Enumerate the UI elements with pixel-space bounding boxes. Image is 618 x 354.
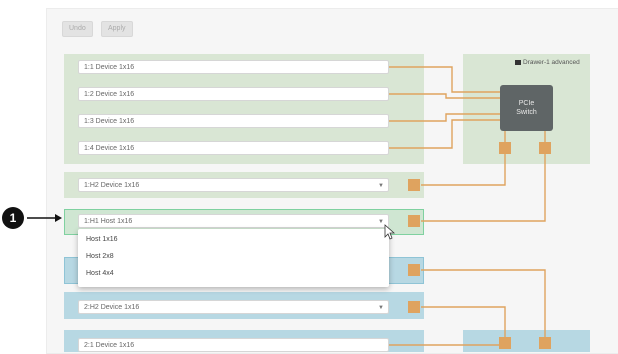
slot-1-2-field[interactable]: 1:2 Device 1x16 bbox=[78, 87, 389, 101]
blue-port-2 bbox=[408, 301, 420, 313]
blue-port-1 bbox=[408, 264, 420, 276]
drawer-icon bbox=[515, 59, 521, 65]
dropdown-option-host-2x8[interactable]: Host 2x8 bbox=[86, 253, 114, 260]
callout-badge: 1 bbox=[2, 207, 24, 229]
host-mode-dropdown: Host 1x16 Host 2x8 Host 4x4 bbox=[78, 229, 389, 287]
switch-port-2 bbox=[539, 142, 551, 154]
slot-1-3-field[interactable]: 1:3 Device 1x16 bbox=[78, 114, 389, 128]
slot-h2-select[interactable]: 1:H2 Device 1x16 ▼ bbox=[78, 178, 389, 192]
apply-button[interactable]: Apply bbox=[101, 21, 133, 37]
drawer-2-panel bbox=[463, 330, 590, 352]
h1-port bbox=[408, 215, 420, 227]
pcie-switch-line1: PCIe bbox=[518, 100, 535, 107]
drawer2-port-1 bbox=[499, 337, 511, 349]
undo-button[interactable]: Undo bbox=[62, 21, 93, 37]
pcie-switch-line2: Switch bbox=[516, 109, 537, 116]
slot-2h2-value: 2:H2 Device 1x16 bbox=[84, 304, 140, 311]
dropdown-option-host-4x4[interactable]: Host 4x4 bbox=[86, 270, 114, 277]
mouse-cursor-icon bbox=[384, 224, 396, 240]
chevron-down-icon[interactable]: ▼ bbox=[378, 179, 384, 193]
slot-1-1-field[interactable]: 1:1 Device 1x16 bbox=[78, 60, 389, 74]
drawer2-port-2 bbox=[539, 337, 551, 349]
chevron-down-icon[interactable]: ▼ bbox=[378, 301, 384, 315]
slot-h1-value: 1:H1 Host 1x16 bbox=[84, 218, 133, 225]
slot-h2-value: 1:H2 Device 1x16 bbox=[84, 182, 140, 189]
slot-1-4-field[interactable]: 1:4 Device 1x16 bbox=[78, 141, 389, 155]
dropdown-option-host-1x16[interactable]: Host 1x16 bbox=[86, 236, 118, 243]
switch-port-1 bbox=[499, 142, 511, 154]
slot-2h2-select[interactable]: 2:H2 Device 1x16 ▼ bbox=[78, 300, 389, 314]
slot-h1-select[interactable]: 1:H1 Host 1x16 ▼ bbox=[78, 214, 389, 228]
h2-port bbox=[408, 179, 420, 191]
slot-2-1-field[interactable]: 2:1 Device 1x16 bbox=[78, 338, 389, 352]
pcie-switch: PCIe Switch bbox=[500, 85, 553, 131]
drawer-label: Drawer-1 advanced bbox=[515, 59, 580, 66]
